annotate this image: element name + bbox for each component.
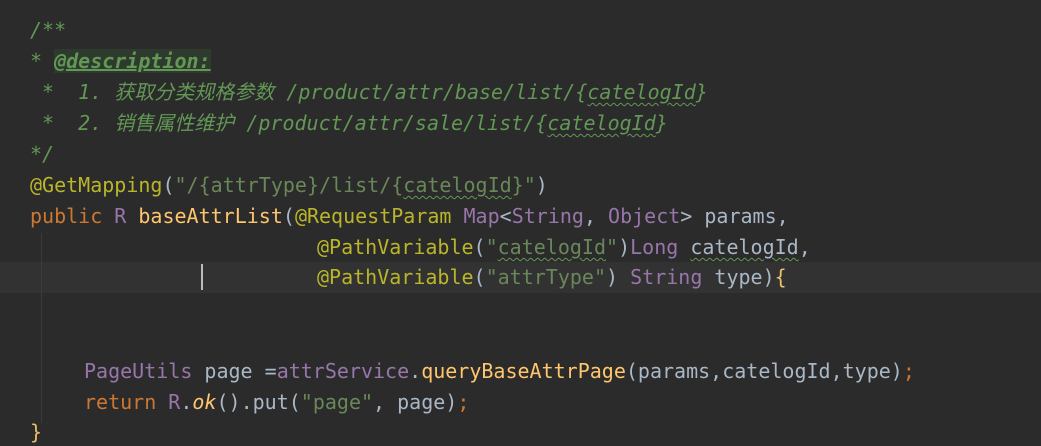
paren-open: ( <box>473 265 486 289</box>
keyword-return: return <box>84 390 169 414</box>
code-line-9[interactable]: @PathVariable("attrType") String type){ <box>0 262 1041 293</box>
type-string: String <box>511 204 584 228</box>
doc-comment-var: catelogId <box>547 111 656 135</box>
call-chain: ().put( <box>216 390 301 414</box>
code-line-5[interactable]: */ <box>0 139 1041 170</box>
keyword-public: public <box>30 204 115 228</box>
type-r: R <box>114 204 139 228</box>
paren-close: ) <box>762 265 775 289</box>
generic-close: > <box>680 204 705 228</box>
code-line-8[interactable]: @PathVariable("catelogId")Long catelogId… <box>0 232 1041 263</box>
var-page: page <box>204 359 265 383</box>
param-params: params, <box>704 204 789 228</box>
doc-comment-close: */ <box>30 142 55 166</box>
code-line-3[interactable]: * 1. 获取分类规格参数 /product/attr/base/list/{c… <box>0 77 1041 108</box>
doc-comment-prefix: * 1. <box>30 80 115 104</box>
comma: , <box>583 204 609 228</box>
doc-comment-star: * <box>30 49 55 73</box>
param-type: type <box>714 265 763 289</box>
code-line-6[interactable]: @GetMapping("/{attrType}/list/{catelogId… <box>0 170 1041 201</box>
paren-close: ) <box>535 173 548 197</box>
doc-comment-prefix: * 2. <box>30 111 115 135</box>
doc-comment-text: 销售属性维护 /product/attr/sale/list/{ <box>114 111 548 135</box>
string-literal: "page" <box>300 390 374 414</box>
semicolon: ; <box>902 359 915 383</box>
code-line-7[interactable]: public R baseAttrList(@RequestParam Map<… <box>0 201 1041 232</box>
text-caret <box>201 264 203 290</box>
paren-close: ) <box>606 265 631 289</box>
doc-comment-var: catelogId <box>587 80 696 104</box>
string-quote: " <box>606 235 619 259</box>
string-literal-end: }" <box>511 173 536 197</box>
semicolon: ; <box>457 390 470 414</box>
doc-comment-text: 获取分类规格参数 /product/attr/base/list/{ <box>114 80 588 104</box>
string-literal: "attrType" <box>485 265 607 289</box>
code-line-14[interactable]: } <box>0 417 1041 446</box>
type-string: String <box>630 265 715 289</box>
operator-assign: = <box>264 359 277 383</box>
string-quote: " <box>485 235 498 259</box>
string-literal: "/{attrType}/list/{ <box>174 173 404 197</box>
comma: , <box>798 235 811 259</box>
paren-open: ( <box>162 173 175 197</box>
type-object: Object <box>608 204 681 228</box>
code-line-13[interactable]: return R.ok().put("page", page); <box>0 387 1041 418</box>
type-r: R <box>168 390 181 414</box>
annotation-pathvariable: @PathVariable <box>317 235 474 259</box>
static-method-ok: ok <box>192 390 217 414</box>
code-line-12[interactable]: PageUtils page =attrService.queryBaseAtt… <box>0 356 1041 387</box>
annotation-pathvariable: @PathVariable <box>317 265 474 289</box>
type-map: Map <box>463 204 500 228</box>
paren-close: ) <box>618 235 631 259</box>
dot: . <box>409 359 422 383</box>
annotation-getmapping: @GetMapping <box>30 173 163 197</box>
type-pageutils: PageUtils <box>84 359 205 383</box>
type-long: Long <box>630 235 691 259</box>
doc-comment-end: } <box>655 111 668 135</box>
brace-close: } <box>30 420 43 444</box>
code-editor[interactable]: /** * @description: * 1. 获取分类规格参数 /produ… <box>0 0 1041 446</box>
string-literal-var: catelogId <box>403 173 512 197</box>
call-args: (params,catelogId,type) <box>625 359 903 383</box>
doc-comment-open: /** <box>30 18 67 42</box>
param-catelogid: catelogId <box>690 235 799 259</box>
string-literal-var: catelogId <box>497 235 607 259</box>
annotation-requestparam: @RequestParam <box>294 204 464 228</box>
doc-comment-end: } <box>695 80 708 104</box>
code-line-1[interactable]: /** <box>0 15 1041 46</box>
generic-open: < <box>499 204 512 228</box>
field-attrservice: attrService <box>276 359 410 383</box>
code-line-2[interactable]: * @description: <box>0 46 1041 77</box>
doc-tag-description: @description: <box>54 49 211 73</box>
code-line-4[interactable]: * 2. 销售属性维护 /product/attr/sale/list/{cat… <box>0 108 1041 139</box>
paren-open: ( <box>282 204 295 228</box>
dot: . <box>180 390 193 414</box>
paren-open: ( <box>473 235 486 259</box>
method-call: queryBaseAttrPage <box>421 359 626 383</box>
call-args: , page) <box>373 390 458 414</box>
method-name: baseAttrList <box>138 204 283 228</box>
brace-open: { <box>774 265 787 289</box>
